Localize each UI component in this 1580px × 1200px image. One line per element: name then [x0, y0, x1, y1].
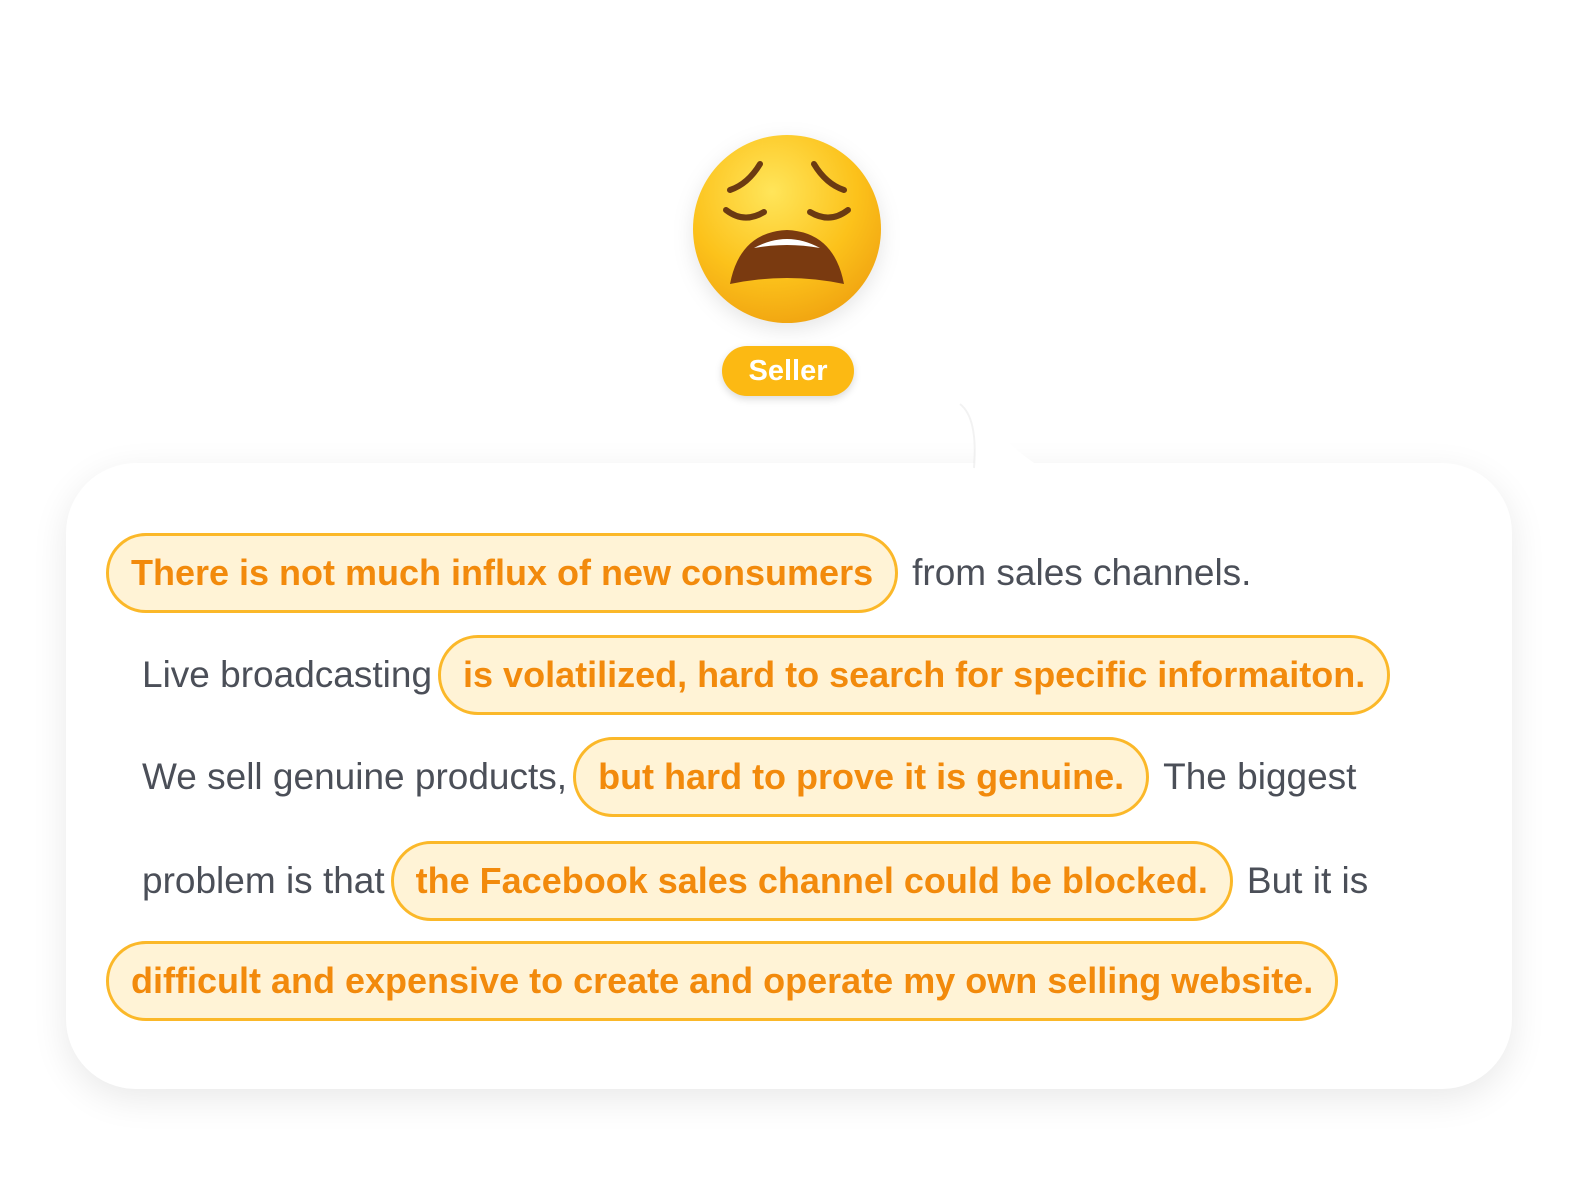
quote-line-3: We sell genuine products, but hard to pr…	[128, 735, 1362, 819]
quote-text: The biggest	[1163, 756, 1357, 797]
weary-face-icon	[693, 135, 881, 323]
pain-point-highlight: is volatilized, hard to search for speci…	[438, 635, 1391, 715]
quote-text: Live broadcasting	[142, 654, 433, 695]
role-badge: Seller	[722, 346, 854, 396]
quote-line-1: There is not much influx of new consumer…	[106, 531, 1257, 615]
pain-point-highlight: the Facebook sales channel could be bloc…	[390, 841, 1233, 921]
pain-point-highlight: but hard to prove it is genuine.	[573, 737, 1150, 817]
pain-point-highlight: difficult and expensive to create and op…	[106, 941, 1339, 1021]
quote-line-4: problem is that the Facebook sales chann…	[128, 839, 1374, 923]
quote-text: from sales channels.	[912, 552, 1252, 593]
quote-text: We sell genuine products,	[142, 756, 568, 797]
quote-text: But it is	[1246, 860, 1369, 901]
quote-line-2: Live broadcasting is volatilized, hard t…	[128, 633, 1391, 717]
speech-bubble-tail	[959, 403, 1042, 469]
quote-line-5: difficult and expensive to create and op…	[106, 939, 1339, 1023]
quote-text: problem is that	[142, 860, 385, 901]
pain-point-highlight: There is not much influx of new consumer…	[106, 533, 899, 613]
speech-bubble: There is not much influx of new consumer…	[66, 463, 1512, 1089]
